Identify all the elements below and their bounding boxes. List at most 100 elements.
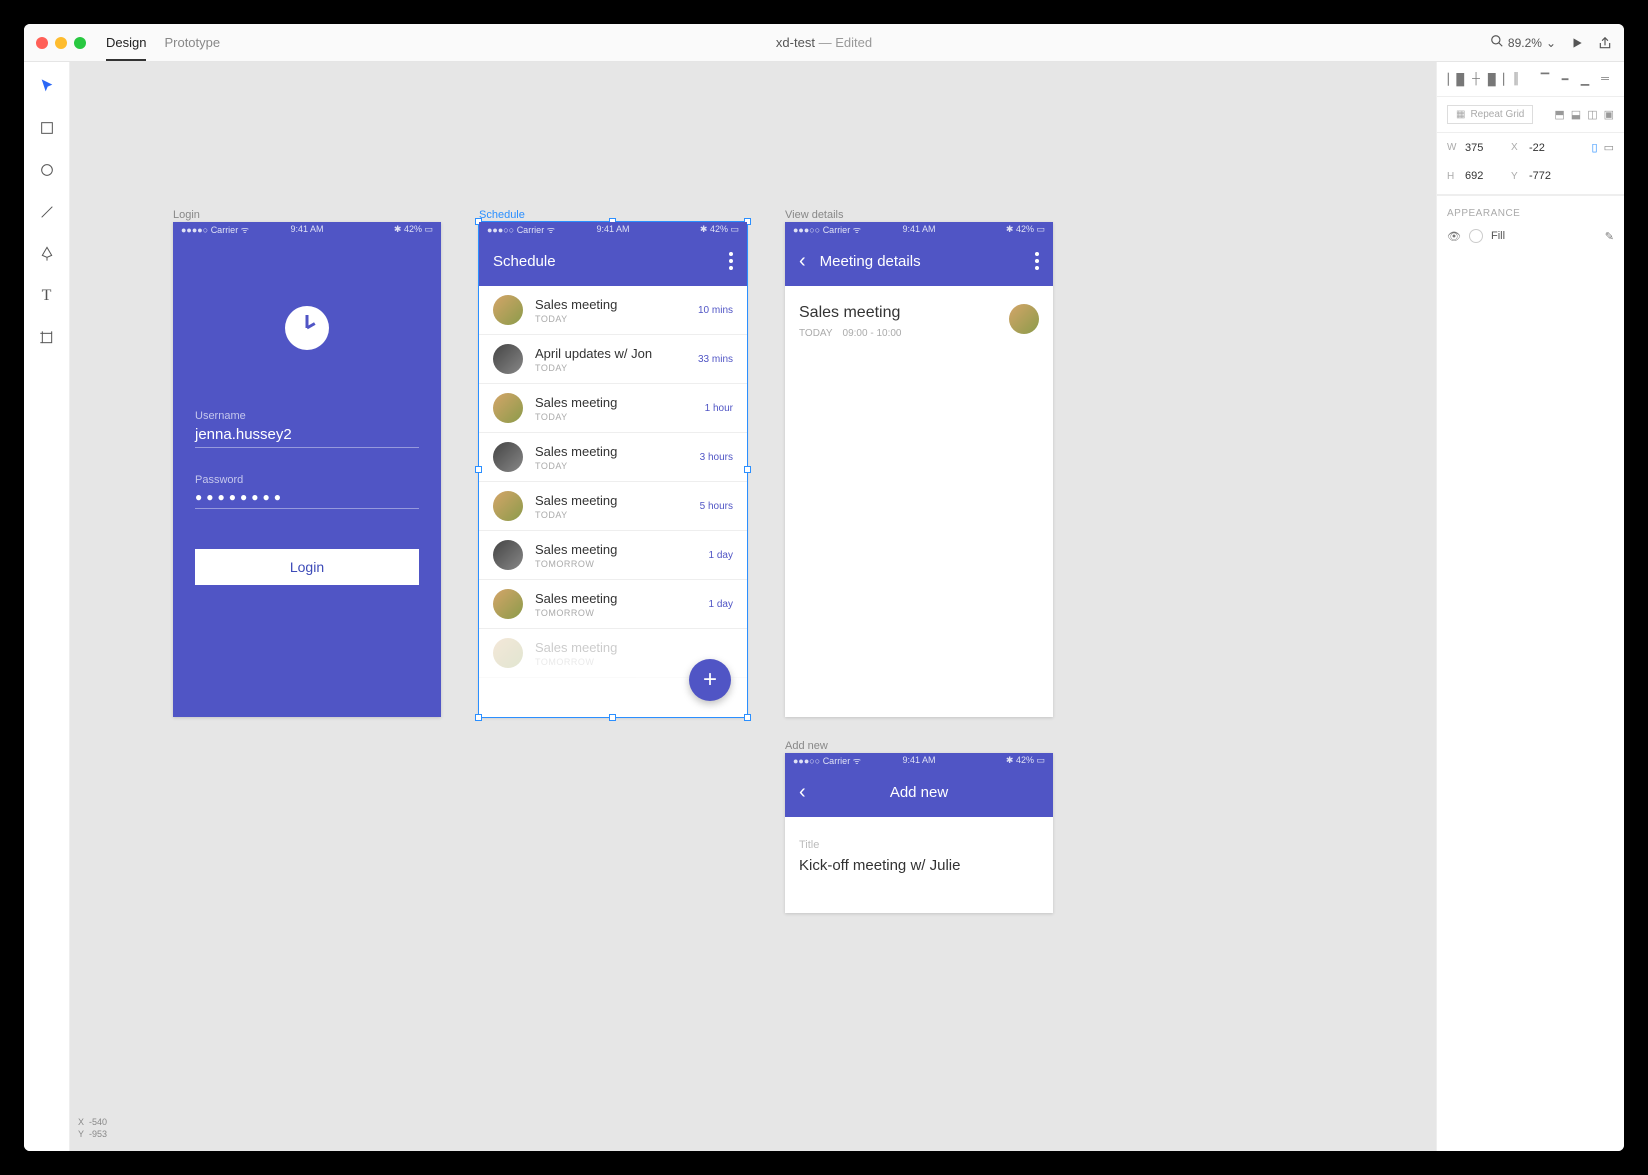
portrait-icon[interactable]: ▯ [1592, 141, 1598, 154]
row-title: April updates w/ Jon [535, 346, 686, 361]
inspector-panel: ▏█ ┼ █▕ ║ ▔ ━ ▁ ═ ▦ Repeat Grid ⬒ ⬓ ◫ [1436, 62, 1624, 1151]
meeting-title: Sales meeting [799, 304, 901, 322]
login-button[interactable]: Login [195, 549, 419, 585]
app-window: Design Prototype xd-test — Edited 89.2% … [24, 24, 1624, 1151]
boolean-subtract-icon[interactable]: ⬓ [1571, 108, 1581, 121]
align-center-h-icon[interactable]: ┼ [1467, 70, 1485, 88]
height-field[interactable]: 692 [1465, 170, 1505, 182]
artboard-label-addnew[interactable]: Add new [785, 740, 828, 752]
align-right-icon[interactable]: █▕ [1487, 70, 1505, 88]
select-tool[interactable] [37, 76, 57, 96]
y-label: Y [1511, 171, 1523, 182]
battery-label: ✱ 42% ▭ [394, 224, 433, 235]
tab-design[interactable]: Design [106, 35, 146, 61]
share-button[interactable] [1598, 36, 1612, 50]
align-top-icon[interactable]: ▔ [1536, 70, 1554, 88]
carrier-label: ●●●○○ Carrier ᯤ [793, 754, 861, 767]
boolean-exclude-icon[interactable]: ▣ [1604, 108, 1614, 121]
addnew-header: ‹ Add new [785, 767, 1053, 817]
zoom-window-button[interactable] [74, 37, 86, 49]
battery-label: ✱ 42% ▭ [1006, 224, 1045, 235]
ellipse-tool[interactable] [37, 160, 57, 180]
list-item[interactable]: Sales meetingTOMORROW1 day [479, 580, 747, 629]
back-icon[interactable]: ‹ [799, 250, 806, 273]
canvas[interactable]: Login ●●●●○ Carrier ᯤ 9:41 AM ✱ 42% ▭ Us… [70, 62, 1436, 1151]
boolean-intersect-icon[interactable]: ◫ [1587, 108, 1597, 121]
list-item[interactable]: Sales meeting TODAY 1 hour [479, 384, 747, 433]
avatar [493, 589, 523, 619]
close-window-button[interactable] [36, 37, 48, 49]
height-label: H [1447, 171, 1459, 182]
titlebar: Design Prototype xd-test — Edited 89.2% … [24, 24, 1624, 62]
row-subtitle: TODAY [535, 412, 693, 422]
row-time: 1 hour [705, 403, 733, 414]
resize-handle[interactable] [744, 714, 751, 721]
repeat-grid-button[interactable]: ▦ Repeat Grid [1447, 105, 1533, 124]
username-label: Username [195, 410, 419, 422]
title-field[interactable]: Kick-off meeting w/ Julie [799, 857, 1039, 874]
left-toolbar: T [24, 62, 70, 1151]
width-field[interactable]: 375 [1465, 142, 1505, 154]
back-icon[interactable]: ‹ [799, 781, 806, 804]
artboard-schedule[interactable]: ●●●○○ Carrier ᯤ 9:41 AM ✱ 42% ▭ Schedule… [479, 222, 747, 717]
align-bottom-icon[interactable]: ▁ [1576, 70, 1594, 88]
artboard-label-schedule[interactable]: Schedule [479, 209, 525, 221]
add-fab-button[interactable]: + [689, 659, 731, 701]
artboard-tool[interactable] [37, 328, 57, 348]
artboard-details[interactable]: ●●●○○ Carrier ᯤ 9:41 AM ✱ 42% ▭ ‹ Meetin… [785, 222, 1053, 717]
align-middle-icon[interactable]: ━ [1556, 70, 1574, 88]
minimize-window-button[interactable] [55, 37, 67, 49]
list-item[interactable]: April updates w/ JonTODAY33 mins [479, 335, 747, 384]
row-title: Sales meeting [535, 297, 686, 312]
list-item[interactable]: Sales meetingTODAY3 hours [479, 433, 747, 482]
eyedropper-icon[interactable]: ✎ [1605, 230, 1614, 243]
more-icon[interactable] [729, 252, 733, 270]
row-subtitle: TOMORROW [535, 657, 721, 667]
status-time: 9:41 AM [596, 224, 629, 234]
x-field[interactable]: -22 [1529, 142, 1569, 154]
list-item[interactable]: Sales meetingTODAY10 mins [479, 286, 747, 335]
resize-handle[interactable] [744, 466, 751, 473]
schedule-header: Schedule [479, 236, 747, 286]
resize-handle[interactable] [475, 714, 482, 721]
status-bar: ●●●●○ Carrier ᯤ 9:41 AM ✱ 42% ▭ [173, 222, 441, 236]
schedule-title: Schedule [493, 253, 556, 270]
visibility-icon[interactable]: 👁 [1447, 230, 1461, 243]
list-item[interactable]: Sales meetingTODAY5 hours [479, 482, 747, 531]
rectangle-tool[interactable] [37, 118, 57, 138]
password-field[interactable]: ●●●●●●●● [195, 486, 419, 509]
boolean-union-icon[interactable]: ⬒ [1554, 108, 1564, 121]
align-left-icon[interactable]: ▏█ [1447, 70, 1465, 88]
fill-swatch[interactable] [1469, 229, 1483, 243]
artboard-login[interactable]: ●●●●○ Carrier ᯤ 9:41 AM ✱ 42% ▭ Username… [173, 222, 441, 717]
row-time: 1 day [709, 550, 733, 561]
carrier-label: ●●●○○ Carrier ᯤ [487, 223, 555, 236]
carrier-label: ●●●●○ Carrier ᯤ [181, 223, 249, 236]
tab-prototype[interactable]: Prototype [164, 35, 220, 51]
details-body: Sales meeting TODAY09:00 - 10:00 [785, 286, 1053, 357]
row-title: Sales meeting [535, 395, 693, 410]
row-time: 1 day [709, 599, 733, 610]
username-field[interactable]: jenna.hussey2 [195, 422, 419, 448]
zoom-control[interactable]: 89.2% ⌄ [1490, 34, 1556, 51]
resize-handle[interactable] [609, 714, 616, 721]
landscape-icon[interactable]: ▭ [1604, 141, 1614, 154]
resize-handle[interactable] [475, 466, 482, 473]
artboard-label-login[interactable]: Login [173, 209, 200, 221]
play-button[interactable] [1570, 36, 1584, 50]
width-label: W [1447, 142, 1459, 153]
distribute-h-icon[interactable]: ║ [1507, 70, 1525, 88]
y-field[interactable]: -772 [1529, 170, 1569, 182]
distribute-v-icon[interactable]: ═ [1596, 70, 1614, 88]
text-tool[interactable]: T [37, 286, 57, 306]
artboard-label-details[interactable]: View details [785, 209, 844, 221]
pen-tool[interactable] [37, 244, 57, 264]
row-subtitle: TOMORROW [535, 608, 697, 618]
artboard-addnew[interactable]: ●●●○○ Carrier ᯤ 9:41 AM ✱ 42% ▭ ‹ Add ne… [785, 753, 1053, 913]
row-title: Sales meeting [535, 444, 688, 459]
list-item[interactable]: Sales meetingTOMORROW1 day [479, 531, 747, 580]
row-title: Sales meeting [535, 640, 721, 655]
more-icon[interactable] [1035, 252, 1039, 270]
avatar [493, 638, 523, 668]
line-tool[interactable] [37, 202, 57, 222]
